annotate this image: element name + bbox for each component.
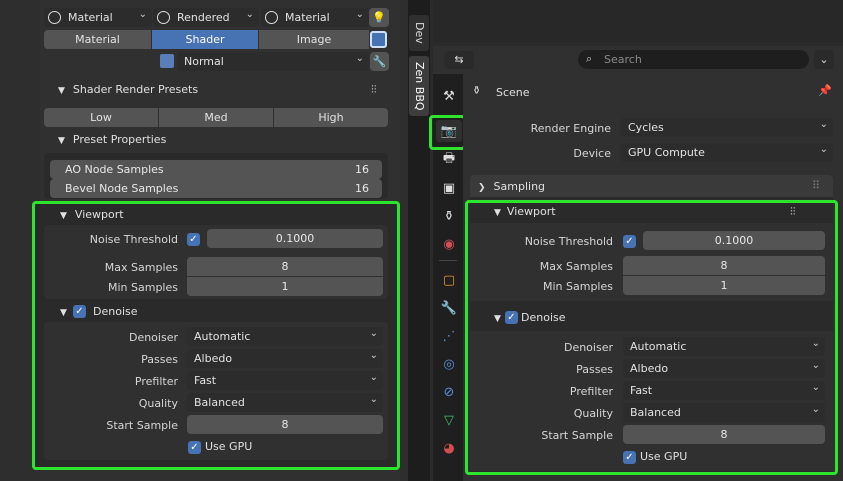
preset-properties-header[interactable]: ▼ Preset Properties (58, 133, 166, 146)
scene-context-icon: ⚱ (472, 84, 482, 97)
pin-icon[interactable]: 📌 (818, 84, 832, 97)
sampling-header[interactable]: ❯ Sampling (478, 180, 545, 193)
presets-header[interactable]: ▼ Shader Render Presets (58, 83, 198, 96)
sphere-icon (265, 11, 278, 24)
outliner-area (433, 0, 843, 42)
preset-low-button[interactable]: Low (44, 108, 158, 127)
checker-icon[interactable] (370, 31, 387, 48)
scene-icon[interactable]: ⚱ (439, 206, 459, 226)
tab-shader[interactable]: Shader (152, 30, 258, 49)
search-icon: ⌕ (586, 52, 593, 65)
tab-material[interactable]: Material (44, 30, 151, 49)
render-engine-dropdown[interactable]: Cycles ⌄ (621, 118, 833, 137)
device-dropdown[interactable]: GPU Compute ⌄ (621, 143, 833, 162)
side-tab-dev[interactable]: Dev (409, 15, 429, 51)
sphere-icon (48, 11, 61, 24)
sphere-icon (157, 11, 170, 24)
normal-dropdown[interactable]: Normal ⌄ (177, 52, 369, 71)
output-icon[interactable]: 🖶 (439, 150, 459, 170)
drag-handle-icon[interactable]: ⠿ (812, 179, 820, 192)
bevel-node-samples-field[interactable]: Bevel Node Samples 16 (50, 179, 382, 198)
preset-med-button[interactable]: Med (159, 108, 273, 127)
tab-image[interactable]: Image (259, 30, 369, 49)
view-layer-icon[interactable]: ▣ (439, 178, 459, 198)
lightbulb-icon[interactable]: 💡 (369, 8, 389, 27)
options-dropdown[interactable]: ⌄ (814, 50, 834, 69)
physics-icon[interactable]: ◎ (439, 354, 459, 374)
render-engine-label: Render Engine (530, 122, 611, 135)
particles-icon[interactable]: ⋰ (439, 326, 459, 346)
data-icon[interactable]: ▽ (439, 410, 459, 430)
tool-icon[interactable]: ⚒ (439, 86, 459, 106)
wrench-icon[interactable]: 🔧 (370, 52, 389, 71)
ao-node-samples-field[interactable]: AO Node Samples 16 (50, 160, 382, 179)
modifier-icon[interactable]: 🔧 (439, 298, 459, 318)
render-icon-highlight (429, 115, 466, 150)
material-icon[interactable]: ◕ (439, 438, 459, 458)
search-placeholder: Search (604, 53, 642, 66)
normal-map-icon (160, 54, 174, 68)
constraints-icon[interactable]: ⊘ (439, 382, 459, 402)
scene-breadcrumb: Scene (496, 86, 530, 99)
highlight-box-right (465, 200, 838, 475)
object-icon[interactable]: ▢ (439, 270, 459, 290)
sliders-icon[interactable]: ⫶⫶ (371, 83, 377, 97)
highlight-box-left (32, 201, 400, 470)
device-label: Device (573, 147, 611, 160)
side-tab-zen-bbq[interactable]: Zen BBQ (409, 56, 429, 116)
tab-divider (439, 260, 457, 261)
properties-type-icon[interactable]: ⇆ (444, 51, 474, 69)
world-icon[interactable]: ◉ (439, 234, 459, 254)
preset-high-button[interactable]: High (274, 108, 388, 127)
